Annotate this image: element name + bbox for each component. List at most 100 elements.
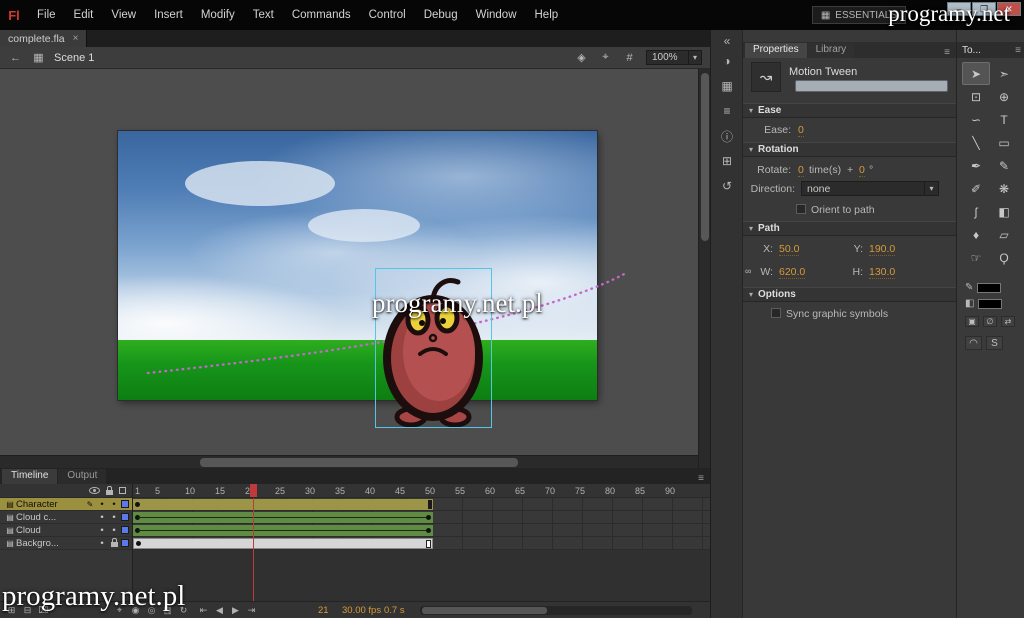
history-panel-icon[interactable]: ↺	[716, 175, 738, 197]
sync-graphic-symbols-checkbox[interactable]	[771, 308, 781, 318]
back-arrow-icon[interactable]: ←	[8, 52, 23, 64]
3d-rotation-tool[interactable]: ⊕	[990, 85, 1018, 108]
rectangle-tool[interactable]: ▭	[990, 131, 1018, 154]
elapsed-time-value[interactable]: 0.7 s	[384, 605, 405, 616]
section-header-options[interactable]: ▾ Options	[743, 287, 956, 302]
line-tool[interactable]: ╲	[962, 131, 990, 154]
eyedropper-tool[interactable]: ♦	[962, 223, 990, 246]
menu-text[interactable]: Text	[244, 0, 283, 30]
frame-row-cloud-c[interactable]	[133, 511, 710, 524]
zoom-dropdown-icon[interactable]: ▾	[688, 51, 701, 64]
edit-symbols-icon[interactable]: ◈	[574, 51, 589, 64]
ground-shape[interactable]	[118, 340, 597, 400]
layer-visibility-dot[interactable]	[96, 499, 108, 510]
default-colors-button[interactable]: ▣	[965, 316, 979, 327]
previous-frame-button[interactable]: ◀	[212, 604, 227, 617]
eraser-tool[interactable]: ▱	[990, 223, 1018, 246]
paint-bucket-tool[interactable]: ◧	[990, 200, 1018, 223]
workspace-switcher[interactable]: ▦ ESSENTIALS	[812, 6, 906, 24]
layer-lock-dot[interactable]	[108, 525, 120, 536]
subselection-tool[interactable]: ➣	[990, 62, 1018, 85]
rotate-angle-value[interactable]: 0	[859, 164, 865, 177]
zoom-select[interactable]: 100% ▾	[646, 50, 702, 65]
transform-panel-icon[interactable]: ⊞	[716, 150, 738, 172]
playhead-marker[interactable]	[250, 484, 257, 497]
stroke-color-swatch[interactable]	[977, 283, 1001, 293]
menu-view[interactable]: View	[102, 0, 145, 30]
classic-tween-span[interactable]	[133, 525, 433, 536]
w-value[interactable]: 620.0	[779, 266, 805, 279]
layer-row-character[interactable]: ▤ Character ✎	[0, 498, 132, 511]
timeline-panel-menu-icon[interactable]: ≡	[698, 473, 704, 484]
frame-row-character[interactable]	[133, 498, 710, 511]
center-stage-icon[interactable]: ⌖	[598, 51, 613, 64]
pen-tool[interactable]: ✒	[962, 154, 990, 177]
lock-column-icon[interactable]	[106, 490, 113, 495]
stage-pasteboard[interactable]	[0, 69, 710, 468]
stage-horizontal-scrollbar-thumb[interactable]	[200, 458, 518, 467]
tab-output[interactable]: Output	[58, 469, 106, 484]
document-tab[interactable]: complete.fla ×	[0, 30, 87, 47]
bone-tool[interactable]: ʃ	[962, 200, 990, 223]
cloud-ellipse-1[interactable]	[185, 161, 335, 206]
section-header-rotation[interactable]: ▾ Rotation	[743, 142, 956, 157]
direction-dropdown[interactable]: none ▾	[801, 181, 939, 196]
menu-help[interactable]: Help	[526, 0, 568, 30]
layer-row-background[interactable]: ▤ Backgro...	[0, 537, 132, 550]
maximize-button[interactable]: ❐	[972, 2, 996, 16]
tab-timeline[interactable]: Timeline	[2, 469, 57, 484]
next-frame-button[interactable]: ▶	[228, 604, 243, 617]
align-panel-icon[interactable]: ≡	[716, 100, 738, 122]
modify-markers-button[interactable]: ↻	[176, 604, 191, 617]
stage-horizontal-scrollbar[interactable]	[0, 455, 698, 468]
stage-vertical-scrollbar[interactable]	[698, 69, 710, 468]
swatches-panel-icon[interactable]: ▦	[716, 75, 738, 97]
layer-row-cloud-c[interactable]: ▤ Cloud c...	[0, 511, 132, 524]
menu-window[interactable]: Window	[467, 0, 526, 30]
frames-area[interactable]: 1 5 10 15 20 25 30 35 40 45 50 55 60 65 …	[133, 484, 710, 601]
layer-name[interactable]: Cloud c...	[16, 512, 96, 523]
go-to-first-frame-button[interactable]: ⇤	[196, 604, 211, 617]
close-button[interactable]: ✕	[997, 2, 1021, 16]
timeline-scrollbar-thumb[interactable]	[422, 607, 547, 614]
orient-to-path-checkbox[interactable]	[796, 204, 806, 214]
motion-tween-span[interactable]	[133, 499, 433, 510]
go-to-last-frame-button[interactable]: ⇥	[244, 604, 259, 617]
document-tab-close-icon[interactable]: ×	[73, 33, 79, 44]
current-frame-value[interactable]: 21	[318, 605, 329, 616]
info-panel-icon[interactable]: ⓘ	[716, 125, 738, 147]
static-frame-span[interactable]	[133, 538, 433, 549]
properties-panel-menu-icon[interactable]: ≡	[944, 47, 950, 58]
layer-name[interactable]: Cloud	[16, 525, 96, 536]
layer-outline-color[interactable]	[121, 539, 129, 547]
tools-panel-menu-icon[interactable]: ≡	[1015, 45, 1021, 56]
hand-tool[interactable]: ☞	[962, 246, 990, 269]
deco-tool[interactable]: ❋	[990, 177, 1018, 200]
x-value[interactable]: 50.0	[779, 243, 799, 256]
collapse-dock-icon[interactable]: «	[716, 30, 738, 52]
pencil-tool[interactable]: ✎	[990, 154, 1018, 177]
text-tool[interactable]: T	[990, 108, 1018, 131]
color-panel-icon[interactable]: ◑	[716, 50, 738, 72]
edit-multiple-frames-button[interactable]: ▥	[160, 604, 175, 617]
stage-vertical-scrollbar-thumb[interactable]	[701, 73, 709, 241]
layer-lock-dot[interactable]	[108, 499, 120, 510]
lasso-tool[interactable]: ∽	[962, 108, 990, 131]
tab-library[interactable]: Library	[808, 43, 855, 58]
frames-empty-area[interactable]	[133, 550, 710, 601]
free-transform-tool[interactable]: ⊡	[962, 85, 990, 108]
center-frame-button[interactable]: ⌖	[112, 604, 127, 617]
brush-tool[interactable]: ✐	[962, 177, 990, 200]
menu-file[interactable]: File	[28, 0, 65, 30]
cloud-ellipse-2[interactable]	[308, 209, 420, 242]
no-color-button[interactable]: ∅	[983, 316, 997, 327]
delete-layer-button[interactable]: ⌧	[36, 604, 51, 617]
menu-commands[interactable]: Commands	[283, 0, 360, 30]
timeline-horizontal-scrollbar[interactable]	[420, 606, 692, 615]
layer-visibility-dot[interactable]	[96, 525, 108, 536]
dropdown-arrow-icon[interactable]: ▾	[924, 182, 938, 195]
layer-outline-color[interactable]	[121, 526, 129, 534]
layer-lock-dot[interactable]	[108, 512, 120, 523]
layer-name[interactable]: Character	[16, 499, 84, 510]
swap-colors-button[interactable]: ⇄	[1001, 316, 1015, 327]
